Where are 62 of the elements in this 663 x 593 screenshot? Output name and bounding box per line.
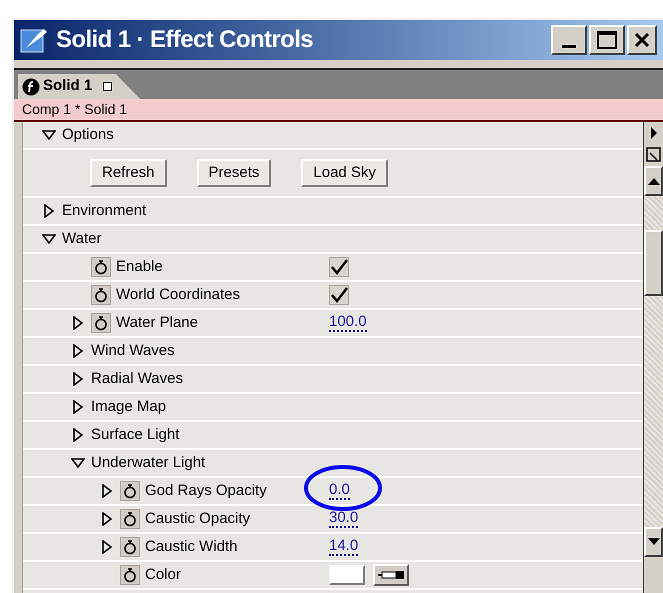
scroll-down-button[interactable] [644, 527, 663, 557]
property-label: Environment [62, 200, 146, 221]
scroll-up-icon [648, 177, 660, 185]
scroll-down-icon [648, 538, 660, 546]
property-label: Caustic Width [145, 536, 238, 557]
property-label: Wind Waves [91, 340, 175, 361]
twirl-right-icon[interactable] [73, 344, 83, 358]
eyedropper-button[interactable] [373, 564, 409, 586]
property-value[interactable]: 100.0 [329, 314, 367, 332]
close-button[interactable] [627, 25, 657, 55]
maximize-button[interactable] [589, 25, 625, 55]
checkbox[interactable] [329, 257, 349, 277]
property-label: Underwater Light [91, 452, 206, 473]
stopwatch-icon[interactable] [120, 509, 140, 529]
effect-button[interactable]: Load Sky [301, 159, 388, 187]
twirl-down-icon[interactable] [42, 234, 56, 244]
twirl-right-icon[interactable] [102, 484, 112, 498]
stopwatch-icon[interactable] [91, 285, 111, 305]
twirl-right-icon[interactable] [44, 204, 54, 218]
effect-button[interactable]: Presets [196, 159, 272, 187]
panel-tab[interactable]: Solid 1 [18, 74, 140, 99]
property-label: Enable [116, 256, 163, 277]
triangle-right-icon [650, 127, 658, 139]
property-value[interactable]: 30.0 [329, 510, 358, 528]
minimize-button[interactable] [551, 25, 587, 55]
twirl-right-icon[interactable] [73, 372, 83, 386]
breadcrumb: Comp 1 * Solid 1 [14, 99, 663, 122]
property-label: Image Map [91, 396, 166, 417]
twirl-right-icon[interactable] [73, 400, 83, 414]
twirl-right-icon[interactable] [73, 316, 83, 330]
property-label: Color [145, 564, 181, 585]
stopwatch-icon[interactable] [120, 565, 140, 585]
tab-menu-icon [103, 82, 112, 91]
twirl-down-icon[interactable] [42, 130, 56, 140]
stopwatch-icon[interactable] [91, 313, 111, 333]
property-label: Water Plane [116, 312, 198, 333]
property-label: World Coordinates [116, 284, 240, 305]
property-value[interactable]: 14.0 [329, 538, 358, 556]
color-swatch[interactable] [329, 565, 365, 585]
stopwatch-icon[interactable] [91, 257, 111, 277]
property-label: Surface Light [91, 424, 180, 445]
property-value[interactable]: 0.0 [329, 482, 350, 500]
stopwatch-icon[interactable] [120, 481, 140, 501]
twirl-right-icon[interactable] [73, 428, 83, 442]
app-icon [20, 26, 50, 54]
scroll-up-button[interactable] [644, 166, 663, 196]
close-icon [634, 32, 650, 48]
checkbox[interactable] [329, 285, 349, 305]
scroll-thumb[interactable] [644, 230, 663, 296]
window-title: Solid 1 · Effect Controls [56, 25, 314, 55]
property-label: Options [62, 124, 114, 145]
property-label: God Rays Opacity [145, 480, 267, 501]
effect-button[interactable]: Refresh [90, 159, 167, 187]
property-label: Radial Waves [91, 368, 183, 389]
twirl-down-icon[interactable] [71, 458, 85, 468]
eyedropper-icon [376, 569, 406, 581]
stopwatch-icon[interactable] [120, 537, 140, 557]
twirl-right-icon[interactable] [102, 512, 112, 526]
property-label: Caustic Opacity [145, 508, 250, 529]
property-label: Water [62, 228, 102, 249]
twirl-right-icon[interactable] [102, 540, 112, 554]
effect-icon [22, 78, 40, 96]
